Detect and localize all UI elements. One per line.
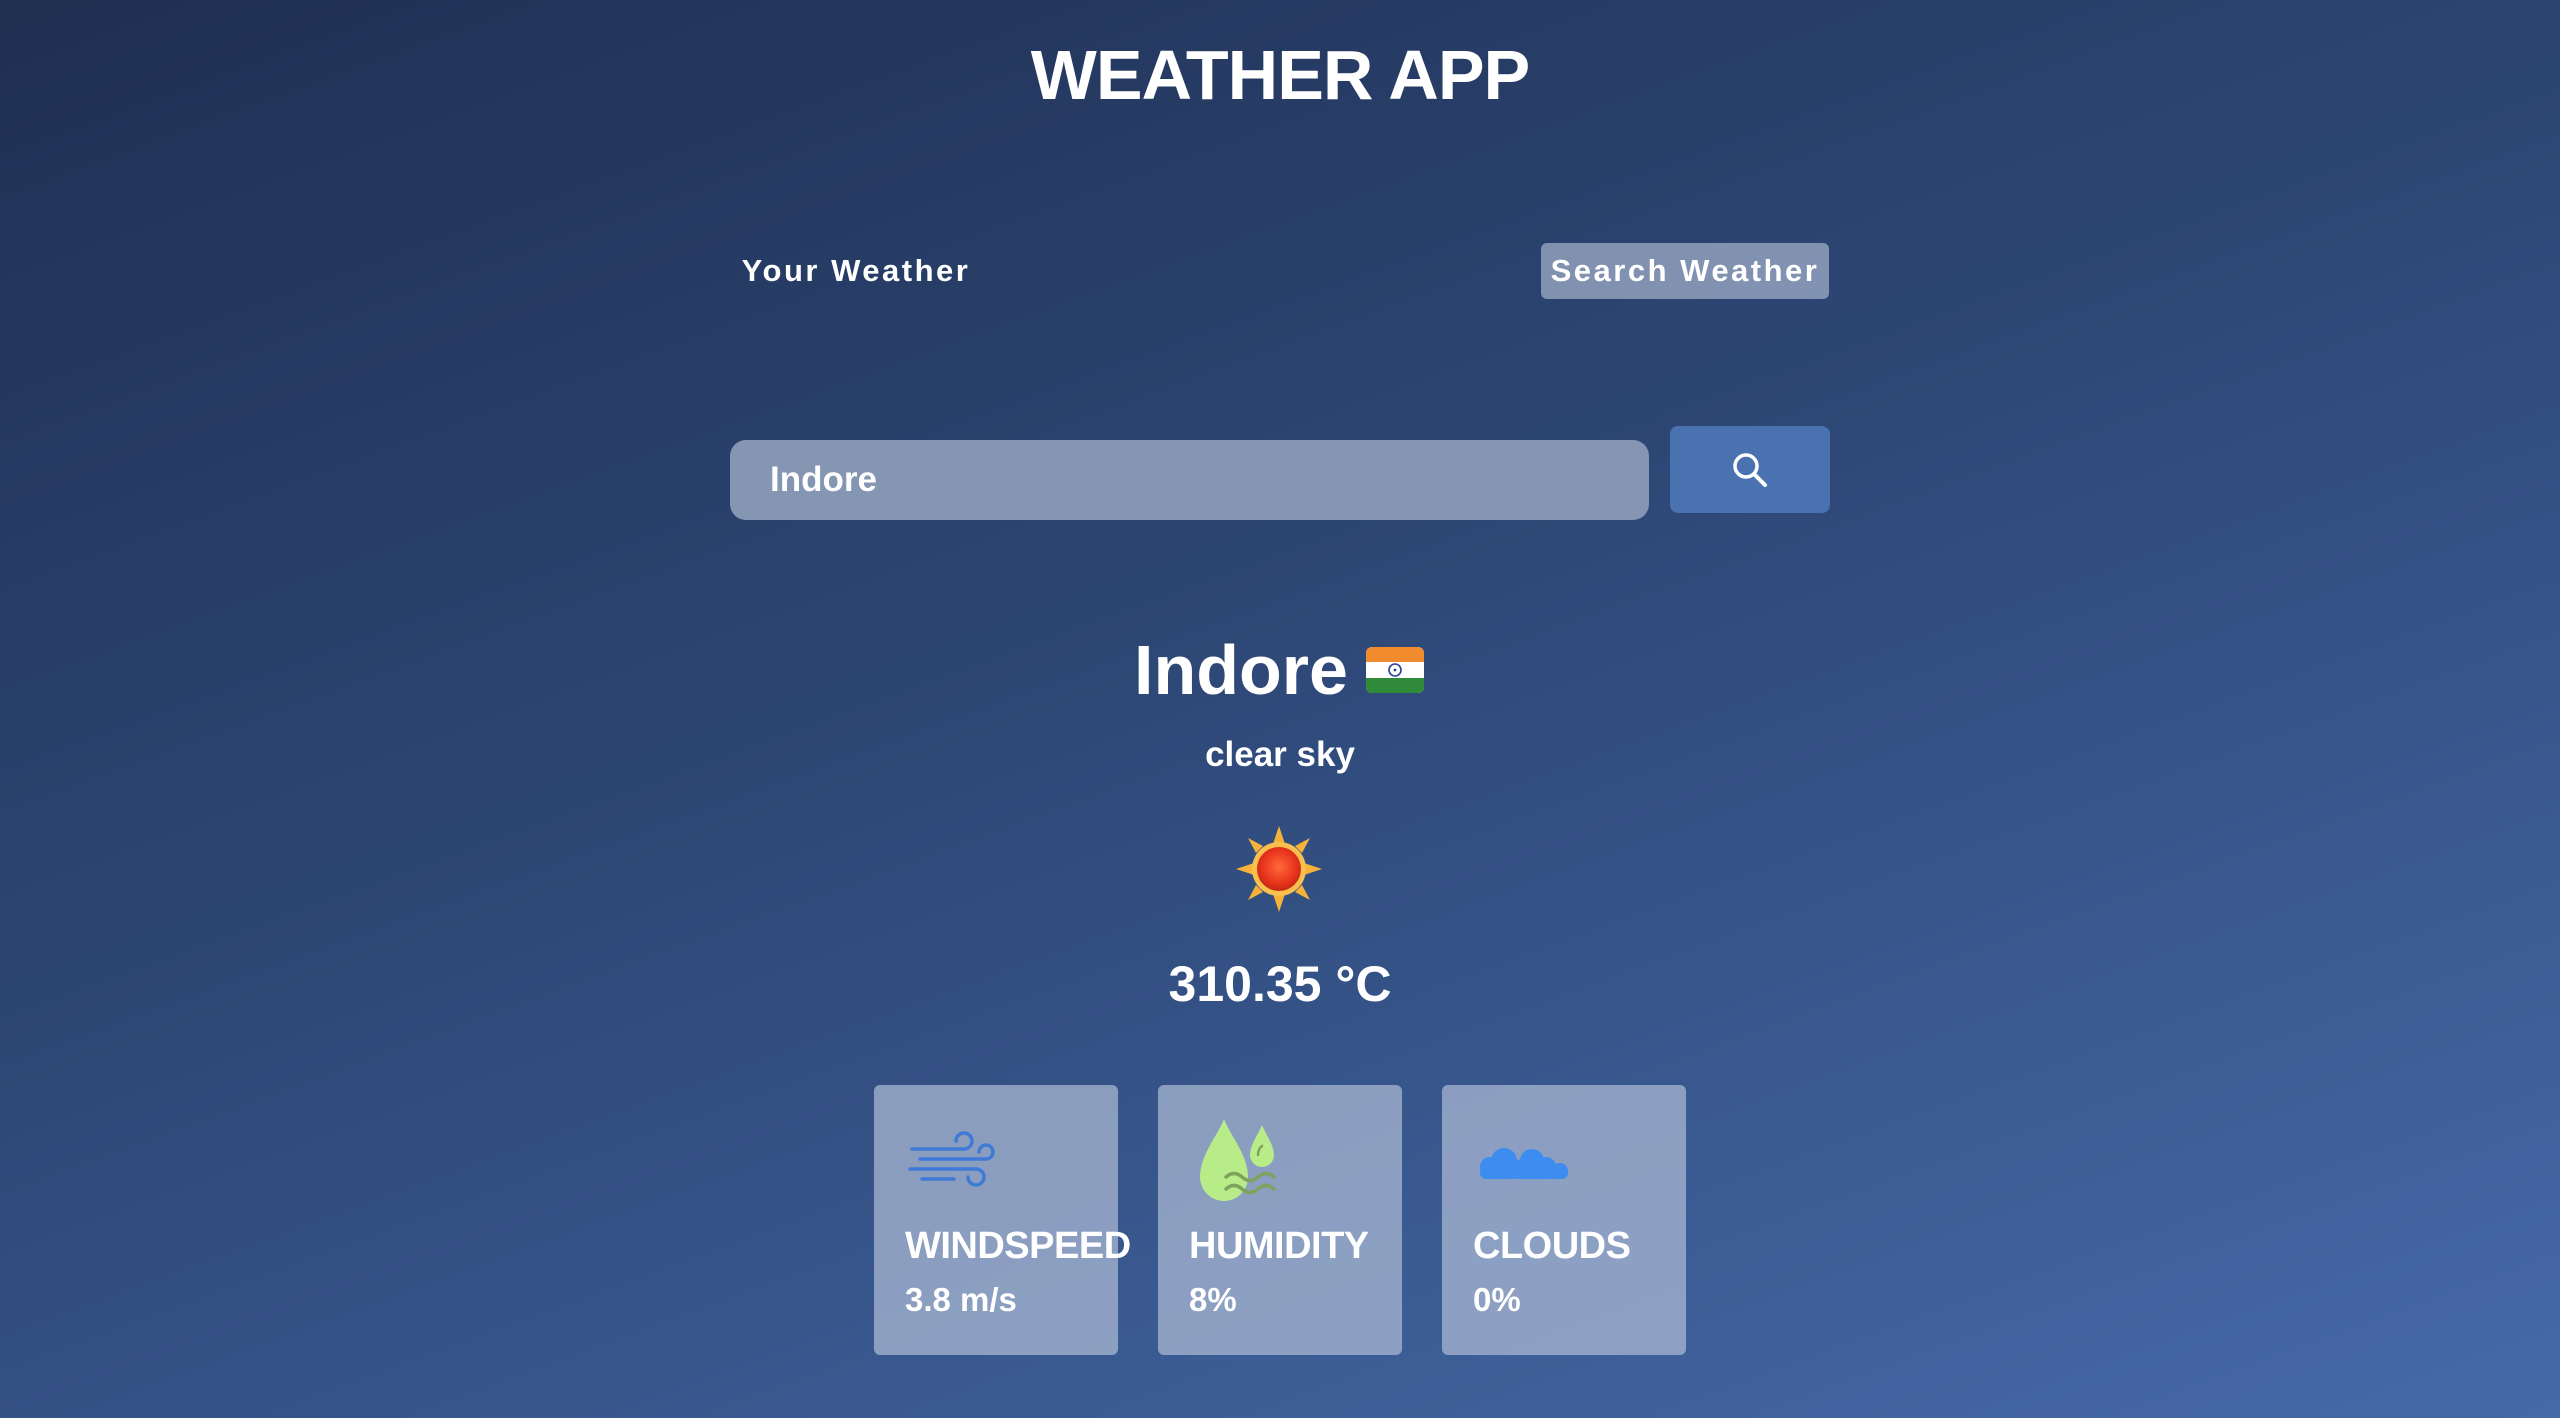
city-name: Indore [1134, 631, 1348, 709]
humidity-value: 8% [1189, 1281, 1237, 1318]
search-icon [1733, 452, 1767, 487]
clouds-card: CLOUDS 0% [1442, 1085, 1686, 1355]
humidity-icon [1200, 1119, 1276, 1201]
tab-your-weather[interactable]: Your Weather [733, 243, 979, 299]
tab-search-weather[interactable]: Search Weather [1541, 243, 1829, 299]
windspeed-label: WINDSPEED [905, 1225, 1131, 1267]
weather-description: clear sky [1205, 735, 1355, 774]
india-flag-icon [1365, 647, 1424, 693]
humidity-card: HUMIDITY 8% [1158, 1085, 1402, 1355]
clouds-icon [1480, 1148, 1568, 1179]
temperature: 310.35 °C [1168, 956, 1392, 1012]
search-button[interactable] [1670, 426, 1830, 513]
humidity-label: HUMIDITY [1189, 1225, 1369, 1267]
windspeed-card: WINDSPEED 3.8 m/s [874, 1085, 1131, 1355]
wind-icon [908, 1131, 995, 1187]
clouds-label: CLOUDS [1473, 1225, 1631, 1267]
clouds-value: 0% [1473, 1281, 1521, 1318]
sun-icon [1236, 826, 1322, 912]
windspeed-value: 3.8 m/s [905, 1281, 1017, 1318]
city-heading: Indore [0, 625, 2560, 715]
search-input[interactable] [730, 440, 1649, 520]
app-title: WEATHER APP [1030, 36, 1530, 114]
